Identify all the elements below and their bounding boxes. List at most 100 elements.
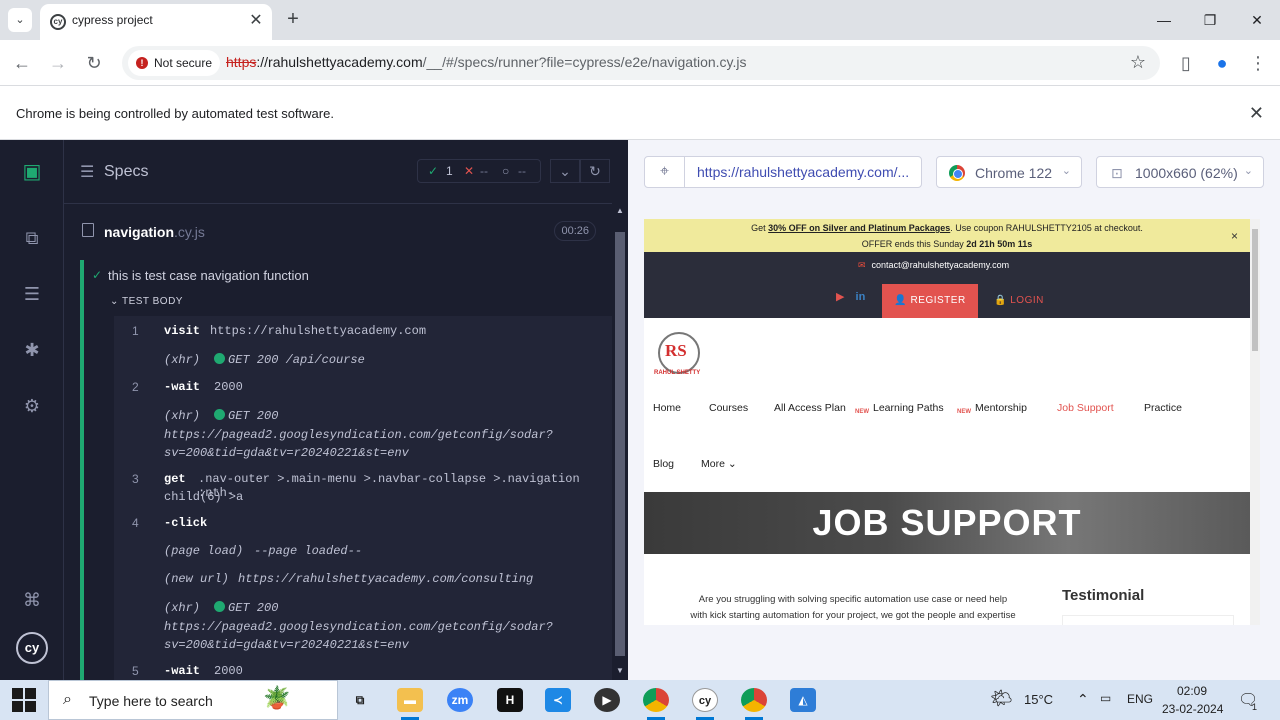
logo-monogram: RS: [665, 341, 687, 360]
chevron-down-icon: ⌄: [1243, 165, 1253, 177]
pending-circle-icon: ○: [502, 164, 510, 178]
settings-gear-icon[interactable]: ⚙: [20, 394, 44, 418]
command-message: https://pagead2.googlesyndication.com/ge…: [164, 620, 553, 634]
more-menu-icon[interactable]: ⋮: [1246, 51, 1270, 75]
zoom-app-icon[interactable]: zm: [447, 688, 473, 712]
social-links: ▶ in: [836, 290, 865, 303]
command-message: sv=200&tid=gda&tv=r20240221&st=env: [164, 638, 409, 652]
aut-url-bar[interactable]: ⌖ https://rahulshettyacademy.com/...: [644, 156, 922, 188]
test-body-label[interactable]: ⌄ TEST BODY: [110, 296, 183, 307]
command-message: GET 200 /api/course: [214, 353, 365, 367]
promo-coupon: . Use coupon RAHULSHETTY2105 at checkout…: [950, 223, 1143, 233]
chrome-taskbar-icon[interactable]: [643, 688, 669, 712]
youtube-icon[interactable]: ▶: [836, 291, 844, 303]
specs-list-icon[interactable]: ☰: [80, 162, 94, 182]
security-chip[interactable]: ! Not secure: [128, 50, 221, 76]
vscode-icon[interactable]: ≺: [545, 688, 571, 712]
h-app-icon[interactable]: H: [497, 688, 523, 712]
url-text[interactable]: https://rahulshettyacademy.com/__/#/spec…: [226, 54, 747, 70]
aut-scrollbar[interactable]: [1250, 219, 1260, 625]
back-arrow-icon[interactable]: ←: [10, 51, 34, 75]
intro-line-1: Are you struggling with solving specific…: [698, 594, 1008, 605]
selector-playground-icon[interactable]: ⌖: [645, 157, 685, 187]
debug-bug-icon[interactable]: ✱: [20, 338, 44, 362]
tab-close-icon[interactable]: ✕: [246, 11, 266, 31]
hero-title: JOB SUPPORT: [812, 502, 1082, 543]
photos-app-icon[interactable]: ◭: [790, 688, 816, 712]
clock-time[interactable]: 02:09: [1177, 684, 1207, 698]
spec-duration: 00:26: [554, 221, 596, 241]
menu-home[interactable]: Home: [653, 402, 681, 414]
reload-icon[interactable]: ↻: [82, 51, 106, 75]
weather-sun-icon[interactable]: 🌤: [990, 688, 1013, 709]
command-number: 5: [132, 664, 139, 678]
command-name: (xhr): [164, 409, 201, 423]
media-player-icon[interactable]: ▶: [594, 688, 620, 712]
register-button[interactable]: 👤 REGISTER: [882, 284, 978, 318]
tab-search-button[interactable]: ⌄: [8, 8, 32, 32]
promo-line-2: OFFER ends this Sunday 2d 21h 50m 11s: [644, 236, 1250, 252]
site-logo[interactable]: RS RAHUL SHETTY: [654, 332, 704, 382]
menu-job-support[interactable]: Job Support: [1057, 402, 1114, 414]
aut-scrollbar-thumb[interactable]: [1252, 229, 1258, 351]
task-view-icon[interactable]: ⧉: [347, 688, 373, 712]
browser-selector[interactable]: Chrome 122 ⌄: [936, 156, 1082, 188]
infobar-close-icon[interactable]: ✕: [1249, 103, 1264, 124]
aut-url[interactable]: https://rahulshettyacademy.com/...: [697, 164, 909, 180]
command-name: (new url): [164, 572, 229, 586]
scroll-up-icon[interactable]: ▲: [616, 206, 624, 215]
login-label: LOGIN: [1010, 295, 1044, 306]
menu-mentorship[interactable]: Mentorship: [975, 402, 1027, 414]
scrollbar-thumb[interactable]: [615, 232, 625, 656]
windows-start-icon[interactable]: [12, 688, 36, 712]
reporter-scrollbar[interactable]: ▲ ▼: [612, 200, 628, 680]
test-title[interactable]: this is test case navigation function: [108, 268, 309, 283]
command-name: (page load): [164, 544, 244, 558]
clock-date[interactable]: 23-02-2024: [1162, 702, 1223, 716]
status-dot-icon: [214, 353, 225, 364]
taskbar-search[interactable]: ⌕ Type here to search 🪴: [48, 680, 338, 720]
specs-title[interactable]: Specs: [104, 163, 148, 181]
viewport-selector[interactable]: ⊡ 1000x660 (62%) ⌄: [1096, 156, 1264, 188]
browser-tab[interactable]: cy cypress project ✕: [40, 4, 272, 40]
menu-blog[interactable]: Blog: [653, 458, 674, 470]
menu-practice[interactable]: Practice: [1144, 402, 1182, 414]
file-explorer-icon[interactable]: ▬: [397, 688, 423, 712]
weather-temp[interactable]: 15°C: [1024, 692, 1053, 707]
login-button[interactable]: 🔒 LOGIN: [994, 284, 1044, 318]
menu-more[interactable]: More ⌄: [701, 458, 737, 470]
language-indicator[interactable]: ENG: [1127, 692, 1153, 706]
runs-nav-icon[interactable]: ☰: [20, 282, 44, 306]
tray-chevron-up-icon[interactable]: ⌃: [1077, 691, 1089, 708]
keyboard-shortcuts-icon[interactable]: ⌘: [20, 588, 44, 612]
side-panel-icon[interactable]: ▯: [1174, 51, 1198, 75]
menu-courses[interactable]: Courses: [709, 402, 748, 414]
scroll-down-icon[interactable]: ▼: [616, 666, 624, 675]
new-tab-button[interactable]: +: [282, 8, 304, 30]
profile-avatar-icon[interactable]: ●: [1210, 51, 1234, 75]
command-name: (xhr): [164, 601, 201, 615]
contact-email[interactable]: ✉ contact@rahulshettyacademy.com: [858, 260, 1009, 271]
battery-icon[interactable]: ▭: [1100, 691, 1111, 705]
collapse-chevron-icon[interactable]: ⌄: [550, 159, 580, 183]
menu-learning-paths[interactable]: Learning Paths: [873, 402, 944, 414]
failed-count: --: [480, 164, 488, 178]
cypress-logo-icon[interactable]: cy: [16, 632, 48, 664]
command-message: GET 200: [214, 601, 278, 615]
window-close-button[interactable]: ✕: [1245, 8, 1269, 32]
cypress-taskbar-icon[interactable]: cy: [692, 688, 718, 712]
spec-file-name[interactable]: navigation.cy.js: [104, 224, 205, 240]
minimize-button[interactable]: —: [1152, 8, 1176, 32]
address-bar[interactable]: ! Not secure https://rahulshettyacademy.…: [122, 46, 1160, 80]
promo-offer[interactable]: 30% OFF on Silver and Platinum Packages: [768, 223, 950, 233]
chrome-active-taskbar-icon[interactable]: [741, 688, 767, 712]
rerun-icon[interactable]: ↻: [580, 159, 610, 183]
promo-close-icon[interactable]: ×: [1231, 228, 1238, 244]
linkedin-icon[interactable]: in: [856, 291, 866, 303]
bookmark-star-icon[interactable]: ☆: [1130, 52, 1146, 73]
restore-button[interactable]: ❐: [1198, 8, 1222, 32]
menu-all-access-plan[interactable]: All Access Plan: [774, 402, 846, 414]
project-logo-icon[interactable]: ▣: [20, 160, 44, 184]
specs-nav-icon[interactable]: ⧉: [20, 226, 44, 250]
forward-arrow-icon[interactable]: →: [46, 51, 70, 75]
